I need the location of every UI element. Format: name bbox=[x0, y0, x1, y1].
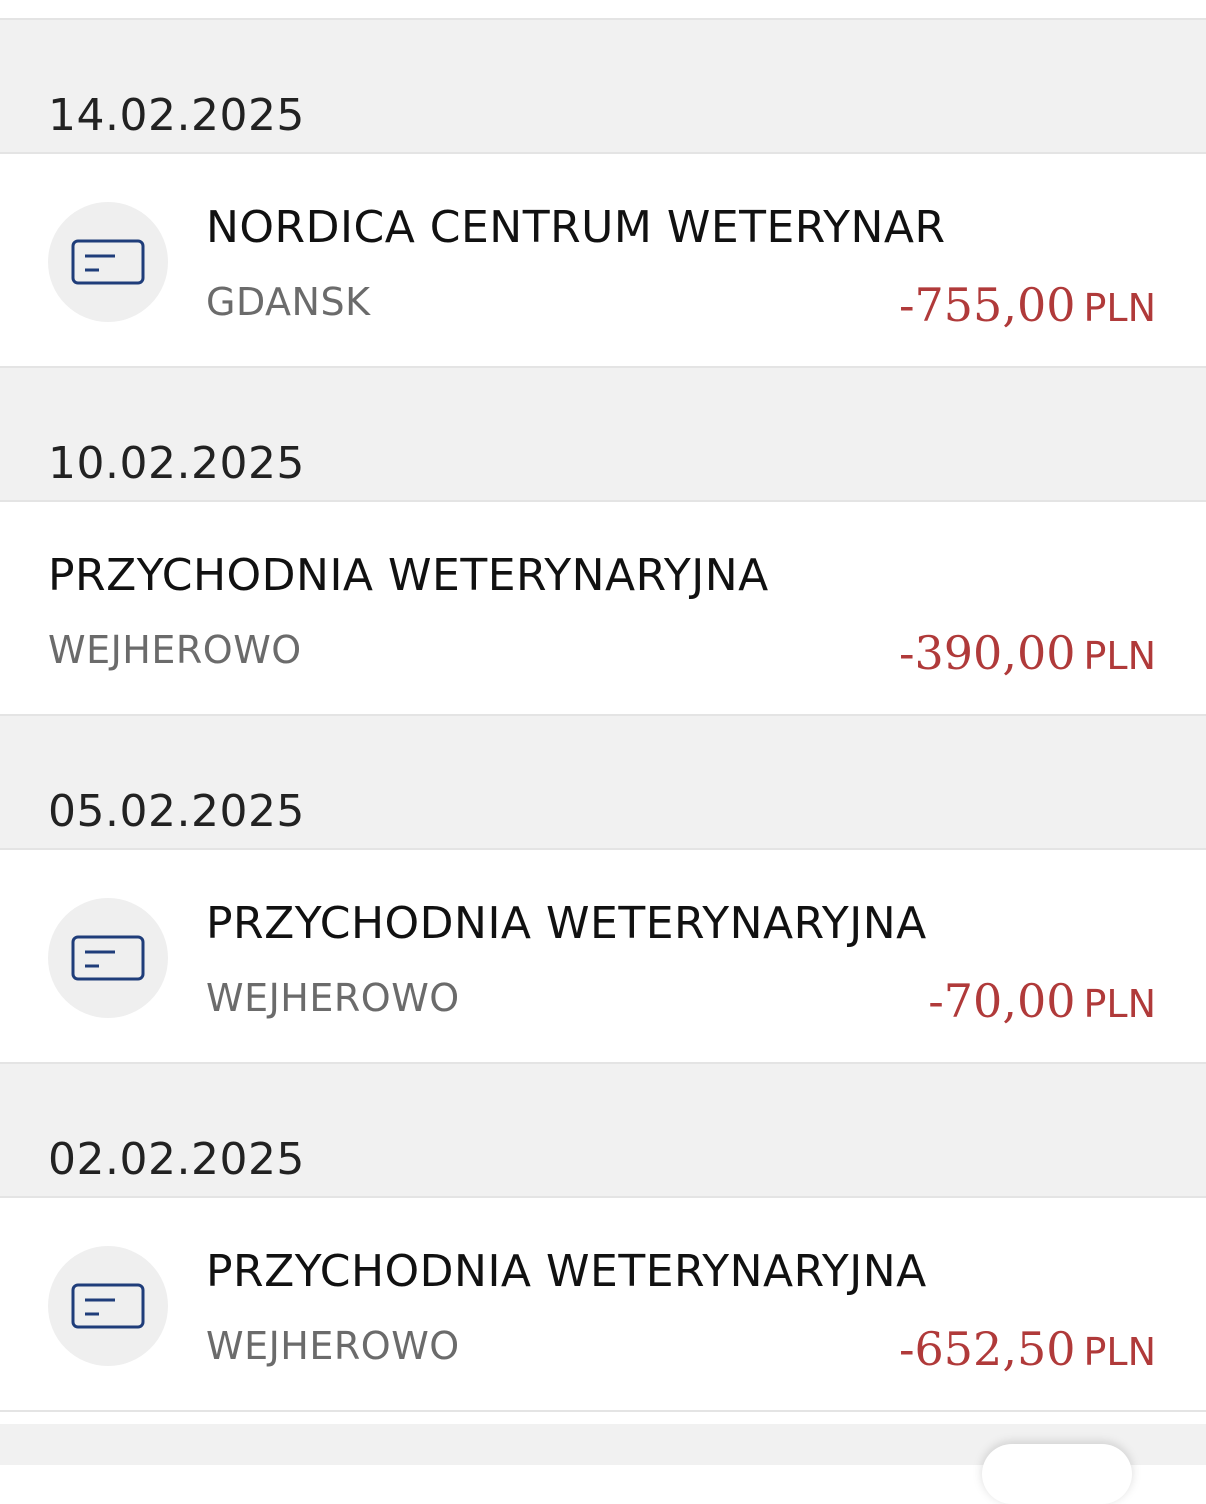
merchant-city: WEJHEROWO bbox=[48, 628, 302, 672]
merchant-name: PRZYCHODNIA WETERYNARYJNA bbox=[48, 550, 769, 601]
transaction-amount: -652,50 PLN bbox=[899, 1322, 1156, 1376]
date-header: 05.02.2025 bbox=[0, 716, 1206, 850]
date-header: 14.02.2025 bbox=[0, 20, 1206, 154]
amount-currency: PLN bbox=[1083, 1330, 1156, 1374]
card-icon bbox=[48, 898, 168, 1018]
date-header: 02.02.2025 bbox=[0, 1064, 1206, 1198]
amount-value: -755,00 bbox=[898, 278, 1076, 332]
transactions-list: 14.02.2025 NORDICA CENTRUM WETERYNAR GDA… bbox=[0, 20, 1206, 1412]
amount-value: -70,00 bbox=[928, 974, 1076, 1028]
date-header: 10.02.2025 bbox=[0, 368, 1206, 502]
amount-currency: PLN bbox=[1083, 634, 1156, 678]
merchant-name: NORDICA CENTRUM WETERYNAR bbox=[206, 202, 946, 253]
amount-currency: PLN bbox=[1083, 982, 1156, 1026]
merchant-city: WEJHEROWO bbox=[206, 1324, 460, 1368]
card-icon bbox=[48, 202, 168, 322]
transaction-row[interactable]: PRZYCHODNIA WETERYNARYJNA WEJHEROWO -390… bbox=[0, 502, 1206, 716]
merchant-city: GDANSK bbox=[206, 280, 371, 324]
date-label: 14.02.2025 bbox=[48, 90, 305, 141]
amount-currency: PLN bbox=[1083, 286, 1156, 330]
transaction-amount: -70,00 PLN bbox=[928, 974, 1156, 1028]
merchant-name: PRZYCHODNIA WETERYNARYJNA bbox=[206, 1246, 927, 1297]
merchant-city: WEJHEROWO bbox=[206, 976, 460, 1020]
floating-action-button[interactable] bbox=[982, 1444, 1132, 1504]
amount-value: -652,50 bbox=[898, 1322, 1076, 1376]
transaction-row[interactable]: NORDICA CENTRUM WETERYNAR GDANSK -755,00… bbox=[0, 154, 1206, 368]
top-divider bbox=[0, 0, 1206, 20]
amount-value: -390,00 bbox=[898, 626, 1076, 680]
transaction-row[interactable]: PRZYCHODNIA WETERYNARYJNA WEJHEROWO -70,… bbox=[0, 850, 1206, 1064]
date-label: 02.02.2025 bbox=[48, 1134, 305, 1185]
date-label: 10.02.2025 bbox=[48, 438, 305, 489]
transaction-amount: -390,00 PLN bbox=[899, 626, 1156, 680]
transaction-amount: -755,00 PLN bbox=[899, 278, 1156, 332]
merchant-name: PRZYCHODNIA WETERYNARYJNA bbox=[206, 898, 927, 949]
card-icon bbox=[48, 1246, 168, 1366]
date-label: 05.02.2025 bbox=[48, 786, 305, 837]
transaction-row[interactable]: PRZYCHODNIA WETERYNARYJNA WEJHEROWO -652… bbox=[0, 1198, 1206, 1412]
